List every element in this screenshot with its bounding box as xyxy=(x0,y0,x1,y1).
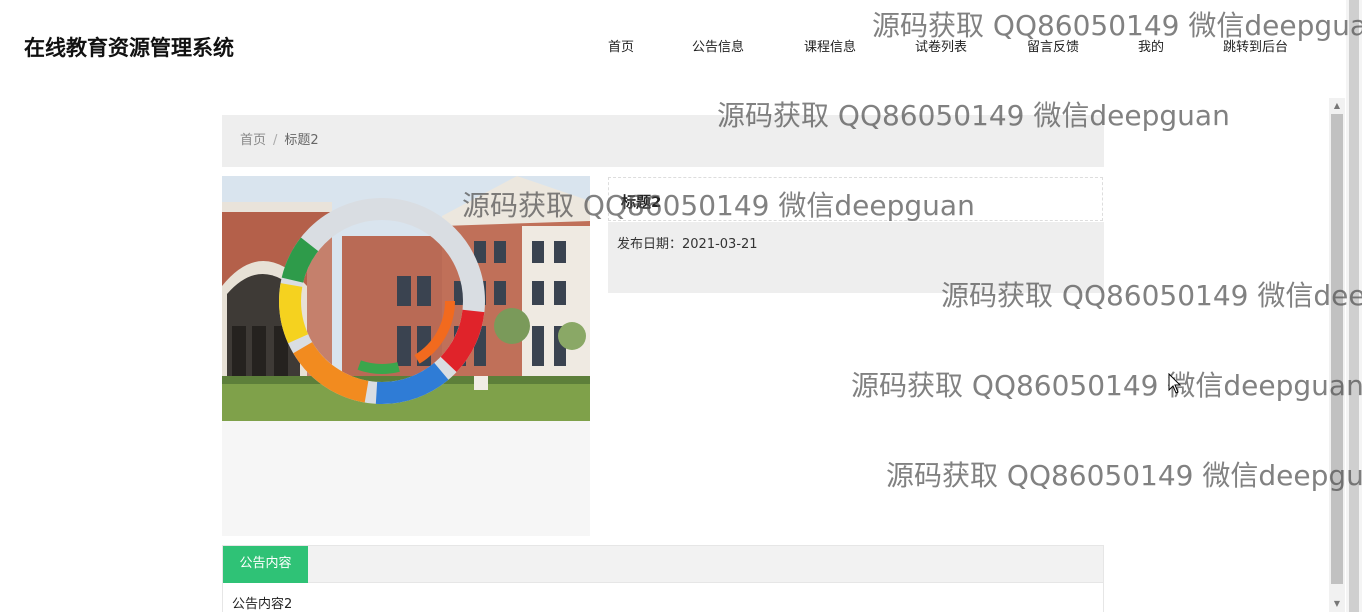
publish-date-row: 发布日期：2021-03-21 xyxy=(617,233,758,252)
publish-date-label: 发布日期： xyxy=(617,237,683,252)
page-root: 在线教育资源管理系统 首页 公告信息 课程信息 试卷列表 留言反馈 我的 跳转到… xyxy=(0,0,1362,612)
breadcrumb-current: 标题2 xyxy=(284,133,319,148)
nav-item-mine[interactable]: 我的 xyxy=(1138,36,1164,55)
mouse-cursor-icon xyxy=(1168,373,1182,394)
breadcrumb: 首页 / 标题2 xyxy=(222,115,1104,167)
publish-date-value: 2021-03-21 xyxy=(682,237,758,252)
nav-item-home[interactable]: 首页 xyxy=(608,36,634,55)
content-tab-bar: 公告内容 xyxy=(223,546,1103,583)
content-panel: 公告内容 公告内容2 xyxy=(222,545,1104,612)
nav-item-exams[interactable]: 试卷列表 xyxy=(915,36,967,55)
site-title: 在线教育资源管理系统 xyxy=(24,36,234,60)
inner-scrollbar[interactable]: ▲ ▼ xyxy=(1329,98,1345,612)
watermark-text: 源码获取 QQ86050149 微信deepguan xyxy=(886,459,1362,492)
nav-item-announcements[interactable]: 公告信息 xyxy=(692,36,744,55)
detail-title: 标题2 xyxy=(621,193,662,211)
breadcrumb-separator: / xyxy=(273,133,278,148)
page-scroll-thumb[interactable] xyxy=(1349,0,1359,612)
scroll-down-arrow-icon[interactable]: ▼ xyxy=(1329,596,1345,612)
image-panel xyxy=(222,176,590,536)
watermark-text: 源码获取 QQ86050149 微信deepguan xyxy=(851,369,1362,402)
scroll-up-arrow-icon[interactable]: ▲ xyxy=(1329,98,1345,114)
tab-announcement-content[interactable]: 公告内容 xyxy=(223,546,308,583)
nav-item-feedback[interactable]: 留言反馈 xyxy=(1027,36,1079,55)
campus-sculpture-photo xyxy=(222,176,590,421)
detail-title-box: 标题2 xyxy=(608,177,1103,221)
page-scrollbar[interactable] xyxy=(1346,0,1362,612)
breadcrumb-home[interactable]: 首页 xyxy=(240,133,266,148)
detail-meta-box: 发布日期：2021-03-21 xyxy=(608,222,1104,293)
scroll-thumb[interactable] xyxy=(1331,114,1343,584)
nav-item-admin[interactable]: 跳转到后台 xyxy=(1223,36,1288,55)
announcement-content-text: 公告内容2 xyxy=(232,597,293,612)
nav-item-courses[interactable]: 课程信息 xyxy=(804,36,856,55)
